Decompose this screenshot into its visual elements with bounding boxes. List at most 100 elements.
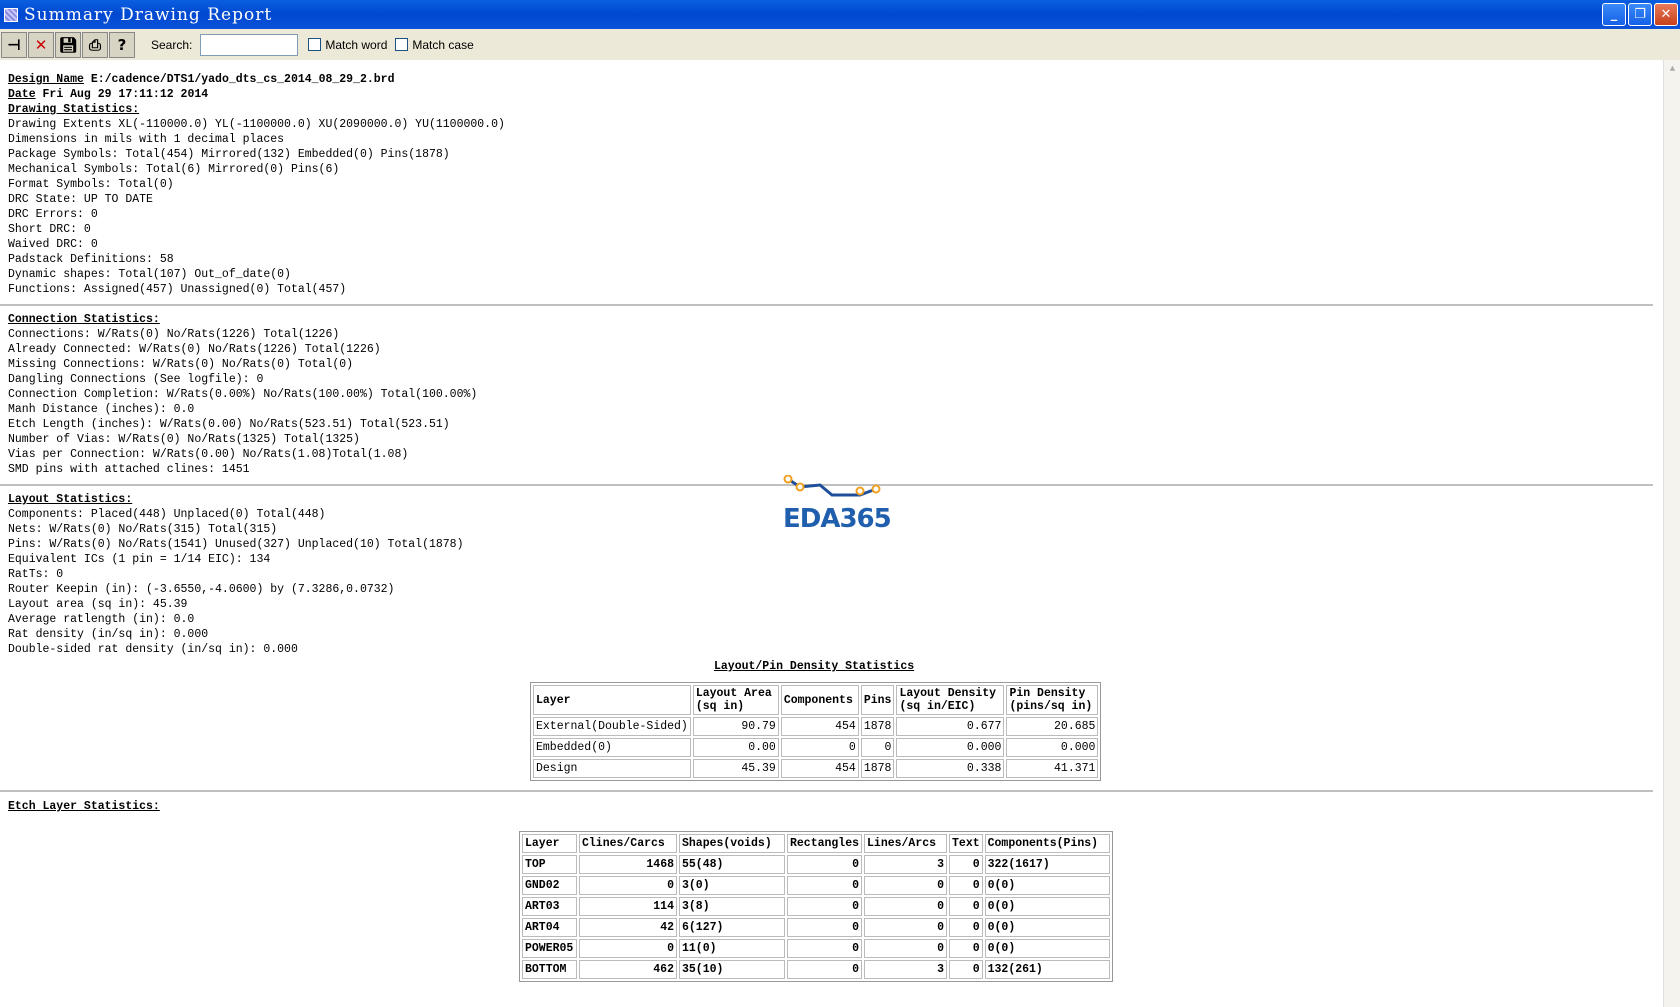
column-header: Lines/Arcs	[864, 834, 948, 853]
table-cell: 454	[780, 717, 859, 736]
header-text: Layer	[536, 693, 571, 707]
match-case-checkbox[interactable]: Match case	[395, 38, 474, 52]
column-header: Layout Area (sq in)	[692, 685, 779, 715]
column-header: Pin Density (pins/sq in)	[1006, 685, 1099, 715]
table-row: TOP 1468 55(48) 0 3 0 322(1617)	[522, 855, 1110, 874]
table-cell: 0.677	[896, 717, 1005, 736]
table-cell: 0	[949, 918, 983, 937]
connection-stats-heading: Connection Statistics:	[8, 313, 160, 326]
table-header-row: Layer Clines/Carcs Shapes(voids) Rectangles…	[522, 834, 1110, 853]
header-text: (pins/sq in)	[1009, 700, 1093, 713]
toolbar: ⊣ ✕ 💾︎ ⎙ ? Search: Match word Match case	[0, 29, 1680, 60]
table-header-row: Layer Layout Area (sq in) Components Pins Lay…	[533, 685, 1099, 715]
etch-stats-heading: Etch Layer Statistics:	[8, 800, 160, 813]
stat-line: Vias per Connection: W/Rats(0.00) No/Rat…	[8, 448, 409, 461]
column-header: Pins	[860, 685, 895, 715]
stat-line: Etch Length (inches): W/Rats(0.00) No/Ra…	[8, 418, 450, 431]
table-cell: GND02	[522, 876, 577, 895]
table-cell: 3(0)	[679, 876, 785, 895]
scroll-up-icon[interactable]: ▲	[1664, 60, 1680, 77]
table-cell: 0	[949, 960, 983, 979]
title-bar: Summary Drawing Report _ ❐ ✕	[0, 0, 1680, 29]
table-row: GND02 0 3(0) 0 0 0 0(0)	[522, 876, 1110, 895]
vertical-scrollbar[interactable]: ▲	[1663, 60, 1680, 1007]
stat-line: Mechanical Symbols: Total(6) Mirrored(0)…	[8, 163, 340, 176]
divider	[0, 304, 1653, 306]
stat-line: Dangling Connections (See logfile): 0	[8, 373, 264, 386]
window-title: Summary Drawing Report	[24, 4, 273, 25]
table-cell: 45.39	[692, 759, 779, 778]
table-cell: 90.79	[692, 717, 779, 736]
help-icon[interactable]: ?	[109, 31, 135, 58]
drawing-stats: Drawing Extents XL(-110000.0) YL(-110000…	[8, 117, 1653, 297]
stat-line: Layout area (sq in): 45.39	[8, 598, 188, 611]
table-cell: 0(0)	[984, 876, 1110, 895]
pin-icon[interactable]: ⊣	[1, 31, 27, 58]
table-row: ART04 42 6(127) 0 0 0 0(0)	[522, 918, 1110, 937]
stat-line: Already Connected: W/Rats(0) No/Rats(122…	[8, 343, 381, 356]
app-icon	[4, 7, 18, 22]
match-word-label: Match word	[325, 37, 388, 52]
table-cell: 3	[864, 960, 948, 979]
date-value: Fri Aug 29 17:11:12 2014	[42, 88, 209, 101]
table-cell: 322(1617)	[984, 855, 1110, 874]
stat-line: Drawing Extents XL(-110000.0) YL(-110000…	[8, 118, 505, 131]
table-cell: 0	[579, 939, 677, 958]
table-cell: 0	[949, 939, 983, 958]
table-cell: 1468	[579, 855, 677, 874]
print-icon[interactable]: ⎙	[82, 31, 108, 58]
table-cell: 1878	[860, 759, 895, 778]
table-cell: 132(261)	[984, 960, 1110, 979]
save-icon[interactable]: 💾︎	[55, 31, 81, 58]
table-row: External(Double-Sided) 90.79 454 1878 0.677 2…	[533, 717, 1099, 736]
match-word-checkbox[interactable]: Match word	[308, 38, 387, 52]
table-cell: 6(127)	[679, 918, 785, 937]
table-cell: 0	[864, 939, 948, 958]
table-cell: 0	[949, 876, 983, 895]
column-header: Components(Pins)	[984, 834, 1110, 853]
table-cell: 41.371	[1006, 759, 1099, 778]
restore-button[interactable]: ❐	[1628, 3, 1652, 26]
table-cell: 3(8)	[679, 897, 785, 916]
table-cell: 1878	[860, 717, 895, 736]
stat-line: Functions: Assigned(457) Unassigned(0) T…	[8, 283, 347, 296]
table-cell: ART04	[522, 918, 577, 937]
table-row: Design 45.39 454 1878 0.338 41.371	[533, 759, 1099, 778]
table-cell: 462	[579, 960, 677, 979]
table-cell: 114	[579, 897, 677, 916]
table-cell: 0	[787, 939, 863, 958]
drawing-stats-heading: Drawing Statistics:	[8, 103, 140, 116]
table-row: ART03 114 3(8) 0 0 0 0(0)	[522, 897, 1110, 916]
table-cell: Design	[533, 759, 691, 778]
date-label: Date	[8, 88, 36, 101]
close-report-icon[interactable]: ✕	[28, 31, 54, 58]
table-cell: 42	[579, 918, 677, 937]
stat-line: Connections: W/Rats(0) No/Rats(1226) Tot…	[8, 328, 340, 341]
table-cell: 0	[787, 918, 863, 937]
etch-table: Layer Clines/Carcs Shapes(voids) Rectangles…	[519, 831, 1113, 982]
header-text: Layout Density	[899, 687, 997, 700]
stat-line: Average ratlength (in): 0.0	[8, 613, 195, 626]
table-cell: 0	[860, 738, 895, 757]
table-cell: ART03	[522, 897, 577, 916]
stat-line: Manh Distance (inches): 0.0	[8, 403, 195, 416]
density-table: Layer Layout Area (sq in) Components Pins Lay…	[530, 682, 1102, 781]
close-button[interactable]: ✕	[1654, 3, 1678, 26]
stat-line: Format Symbols: Total(0)	[8, 178, 174, 191]
header-text: Layout Area	[695, 687, 772, 700]
column-header: Layout Density (sq in/EIC)	[896, 685, 1005, 715]
table-cell: 0	[787, 855, 863, 874]
table-cell: 0(0)	[984, 918, 1110, 937]
stat-line: DRC Errors: 0	[8, 208, 98, 221]
stat-line: Package Symbols: Total(454) Mirrored(132…	[8, 148, 450, 161]
table-cell: TOP	[522, 855, 577, 874]
search-input[interactable]	[200, 33, 299, 56]
table-cell: 0.338	[896, 759, 1005, 778]
table-cell: 20.685	[1006, 717, 1099, 736]
table-cell: 0	[579, 876, 677, 895]
minimize-button[interactable]: _	[1602, 3, 1626, 26]
table-cell: 0.00	[692, 738, 779, 757]
stat-line: Short DRC: 0	[8, 223, 91, 236]
column-header: Layer	[522, 834, 577, 853]
table-cell: BOTTOM	[522, 960, 577, 979]
